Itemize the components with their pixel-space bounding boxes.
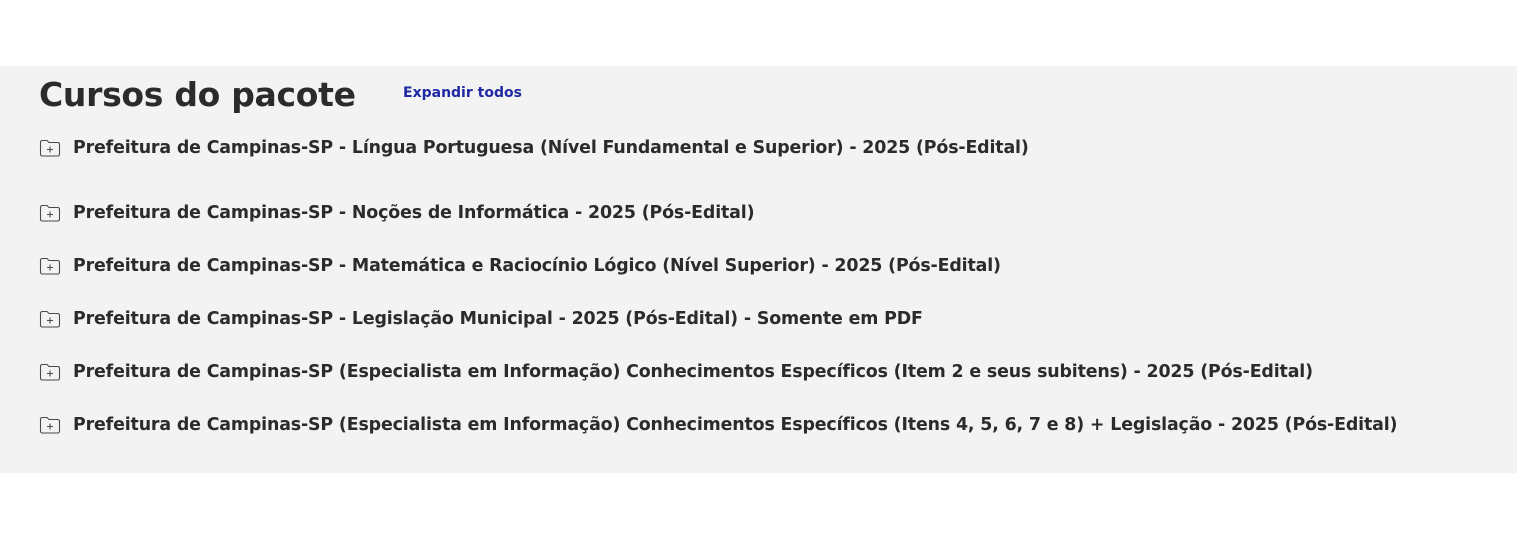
folder-plus-icon[interactable] (39, 257, 61, 275)
course-title: Prefeitura de Campinas-SP - Língua Portu… (73, 138, 1029, 158)
course-title: Prefeitura de Campinas-SP - Legislação M… (73, 308, 923, 329)
folder-plus-icon[interactable] (39, 139, 61, 157)
package-courses-section: Cursos do pacote Expandir todos Prefeitu… (0, 66, 1517, 473)
course-title: Prefeitura de Campinas-SP - Noções de In… (73, 202, 755, 223)
course-item[interactable]: Prefeitura de Campinas-SP (Especialista … (39, 398, 1397, 451)
folder-plus-icon[interactable] (39, 204, 61, 222)
section-title: Cursos do pacote (39, 75, 356, 114)
section-header: Cursos do pacote Expandir todos (39, 71, 522, 119)
course-item[interactable]: Prefeitura de Campinas-SP - Noções de In… (39, 186, 1397, 239)
course-list: Prefeitura de Campinas-SP - Língua Portu… (39, 133, 1397, 451)
expand-all-link[interactable]: Expandir todos (403, 85, 522, 101)
course-title: Prefeitura de Campinas-SP (Especialista … (73, 361, 1313, 382)
folder-plus-icon[interactable] (39, 416, 61, 434)
course-item[interactable]: Prefeitura de Campinas-SP - Língua Portu… (39, 133, 1397, 163)
course-item[interactable]: Prefeitura de Campinas-SP (Especialista … (39, 345, 1397, 398)
course-item[interactable]: Prefeitura de Campinas-SP - Matemática e… (39, 239, 1397, 292)
folder-plus-icon[interactable] (39, 363, 61, 381)
course-title: Prefeitura de Campinas-SP (Especialista … (73, 414, 1398, 435)
course-title: Prefeitura de Campinas-SP - Matemática e… (73, 255, 1001, 276)
course-item[interactable]: Prefeitura de Campinas-SP - Legislação M… (39, 292, 1397, 345)
folder-plus-icon[interactable] (39, 310, 61, 328)
